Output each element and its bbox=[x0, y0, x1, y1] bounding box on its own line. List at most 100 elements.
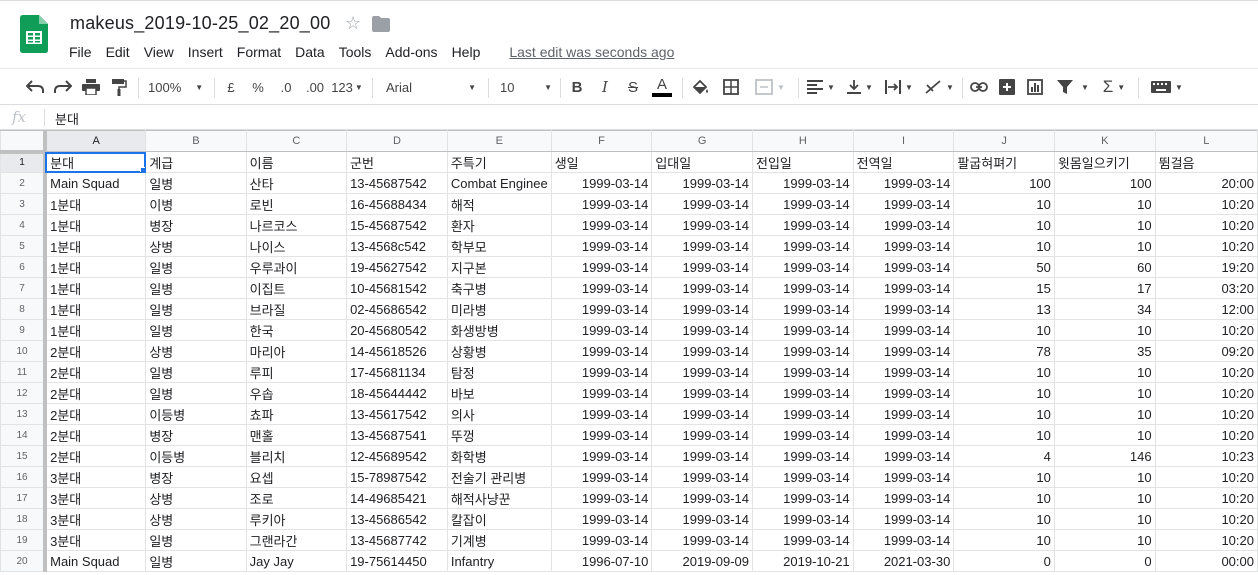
cell-g2[interactable]: 1999-03-14 bbox=[651, 172, 753, 194]
cell-a5[interactable]: 1분대 bbox=[44, 235, 147, 257]
cell-e8[interactable]: 미라병 bbox=[446, 298, 552, 320]
cell-h9[interactable]: 1999-03-14 bbox=[752, 319, 854, 341]
cell-e3[interactable]: 해적 bbox=[446, 193, 552, 215]
paint-format-icon[interactable] bbox=[108, 75, 130, 99]
cell-e15[interactable]: 화학병 bbox=[446, 445, 552, 467]
cell-c6[interactable]: 우루과이 bbox=[245, 256, 348, 278]
cell-i8[interactable]: 1999-03-14 bbox=[852, 298, 955, 320]
cell-c3[interactable]: 로빈 bbox=[245, 193, 348, 215]
cell-j3[interactable]: 10 bbox=[953, 193, 1055, 215]
cell-k20[interactable]: 0 bbox=[1053, 550, 1156, 572]
cell-k4[interactable]: 10 bbox=[1053, 214, 1156, 236]
cell-g10[interactable]: 1999-03-14 bbox=[651, 340, 753, 362]
cell-e6[interactable]: 지구본 bbox=[446, 256, 552, 278]
cell-e17[interactable]: 해적사냥꾼 bbox=[446, 487, 552, 509]
bold-button[interactable]: B bbox=[568, 75, 586, 99]
fill-color-icon[interactable] bbox=[690, 75, 712, 99]
cell-l7[interactable]: 03:20 bbox=[1154, 277, 1258, 299]
cell-f15[interactable]: 1999-03-14 bbox=[550, 445, 653, 467]
cell-a4[interactable]: 1분대 bbox=[44, 214, 147, 236]
row-header[interactable]: 16 bbox=[0, 466, 48, 488]
cell-h1[interactable]: 전입일 bbox=[752, 151, 854, 173]
column-header-g[interactable]: G bbox=[651, 130, 753, 152]
cell-g5[interactable]: 1999-03-14 bbox=[651, 235, 753, 257]
cell-h15[interactable]: 1999-03-14 bbox=[752, 445, 854, 467]
cell-l5[interactable]: 10:20 bbox=[1154, 235, 1258, 257]
undo-icon[interactable] bbox=[24, 75, 46, 99]
cell-j19[interactable]: 10 bbox=[953, 529, 1055, 551]
cell-f19[interactable]: 1999-03-14 bbox=[550, 529, 653, 551]
cell-a12[interactable]: 2분대 bbox=[44, 382, 147, 404]
cell-a17[interactable]: 3분대 bbox=[44, 487, 147, 509]
cell-e20[interactable]: Infantry bbox=[446, 550, 552, 572]
cell-c14[interactable]: 맨홀 bbox=[245, 424, 348, 446]
cell-e2[interactable]: Combat Enginee bbox=[446, 172, 552, 194]
cell-g7[interactable]: 1999-03-14 bbox=[651, 277, 753, 299]
text-rotation-icon[interactable]: ▼ bbox=[922, 75, 956, 99]
cell-b12[interactable]: 일병 bbox=[145, 382, 247, 404]
cell-f7[interactable]: 1999-03-14 bbox=[550, 277, 653, 299]
cell-b18[interactable]: 상병 bbox=[145, 508, 247, 530]
cell-f4[interactable]: 1999-03-14 bbox=[550, 214, 653, 236]
cell-c8[interactable]: 브라질 bbox=[245, 298, 348, 320]
cell-c17[interactable]: 조로 bbox=[245, 487, 348, 509]
input-tools-icon[interactable]: ▼ bbox=[1148, 75, 1186, 99]
column-header-d[interactable]: D bbox=[346, 130, 448, 152]
cell-j9[interactable]: 10 bbox=[953, 319, 1055, 341]
cell-d17[interactable]: 14-49685421 bbox=[346, 487, 448, 509]
cell-a20[interactable]: Main Squad bbox=[44, 550, 147, 572]
cell-f17[interactable]: 1999-03-14 bbox=[550, 487, 653, 509]
cell-e16[interactable]: 전술기 관리병 bbox=[446, 466, 552, 488]
cell-d2[interactable]: 13-45687542 bbox=[346, 172, 448, 194]
cell-b4[interactable]: 병장 bbox=[145, 214, 247, 236]
cell-h8[interactable]: 1999-03-14 bbox=[752, 298, 854, 320]
cell-b15[interactable]: 이등병 bbox=[145, 445, 247, 467]
cell-j15[interactable]: 4 bbox=[953, 445, 1055, 467]
row-header[interactable]: 12 bbox=[0, 382, 48, 404]
cell-k13[interactable]: 10 bbox=[1053, 403, 1156, 425]
cell-h12[interactable]: 1999-03-14 bbox=[752, 382, 854, 404]
row-header[interactable]: 18 bbox=[0, 508, 48, 530]
cell-h11[interactable]: 1999-03-14 bbox=[752, 361, 854, 383]
cell-i17[interactable]: 1999-03-14 bbox=[852, 487, 955, 509]
row-header[interactable]: 5 bbox=[0, 235, 48, 257]
cell-i15[interactable]: 1999-03-14 bbox=[852, 445, 955, 467]
row-header[interactable]: 17 bbox=[0, 487, 48, 509]
cell-c2[interactable]: 산타 bbox=[245, 172, 348, 194]
column-header-f[interactable]: F bbox=[550, 130, 653, 152]
font-size-select[interactable]: 10 ▼ bbox=[500, 75, 552, 99]
cell-i13[interactable]: 1999-03-14 bbox=[852, 403, 955, 425]
cell-k1[interactable]: 윗몸일으키기 bbox=[1053, 151, 1156, 173]
cell-l16[interactable]: 10:20 bbox=[1154, 466, 1258, 488]
cell-l3[interactable]: 10:20 bbox=[1154, 193, 1258, 215]
cell-a6[interactable]: 1분대 bbox=[44, 256, 147, 278]
cell-k18[interactable]: 10 bbox=[1053, 508, 1156, 530]
menu-file[interactable]: File bbox=[62, 42, 99, 62]
star-icon[interactable]: ☆ bbox=[345, 13, 361, 34]
cell-f13[interactable]: 1999-03-14 bbox=[550, 403, 653, 425]
cell-k16[interactable]: 10 bbox=[1053, 466, 1156, 488]
cell-e10[interactable]: 상황병 bbox=[446, 340, 552, 362]
cell-l1[interactable]: 뜀걸음 bbox=[1154, 151, 1258, 173]
cell-k19[interactable]: 10 bbox=[1053, 529, 1156, 551]
cell-i2[interactable]: 1999-03-14 bbox=[852, 172, 955, 194]
cell-e18[interactable]: 칼잡이 bbox=[446, 508, 552, 530]
cell-d15[interactable]: 12-45689542 bbox=[346, 445, 448, 467]
cell-c9[interactable]: 한국 bbox=[245, 319, 348, 341]
cell-b5[interactable]: 상병 bbox=[145, 235, 247, 257]
cell-l13[interactable]: 10:20 bbox=[1154, 403, 1258, 425]
cell-j7[interactable]: 15 bbox=[953, 277, 1055, 299]
cell-j13[interactable]: 10 bbox=[953, 403, 1055, 425]
insert-comment-icon[interactable] bbox=[996, 75, 1018, 99]
cell-k9[interactable]: 10 bbox=[1053, 319, 1156, 341]
cell-c16[interactable]: 요셉 bbox=[245, 466, 348, 488]
cell-a7[interactable]: 1분대 bbox=[44, 277, 147, 299]
cell-k5[interactable]: 10 bbox=[1053, 235, 1156, 257]
menu-data[interactable]: Data bbox=[288, 42, 332, 62]
row-header[interactable]: 20 bbox=[0, 550, 48, 572]
menu-insert[interactable]: Insert bbox=[181, 42, 230, 62]
cell-g6[interactable]: 1999-03-14 bbox=[651, 256, 753, 278]
cell-k6[interactable]: 60 bbox=[1053, 256, 1156, 278]
cell-j11[interactable]: 10 bbox=[953, 361, 1055, 383]
column-header-k[interactable]: K bbox=[1053, 130, 1156, 152]
